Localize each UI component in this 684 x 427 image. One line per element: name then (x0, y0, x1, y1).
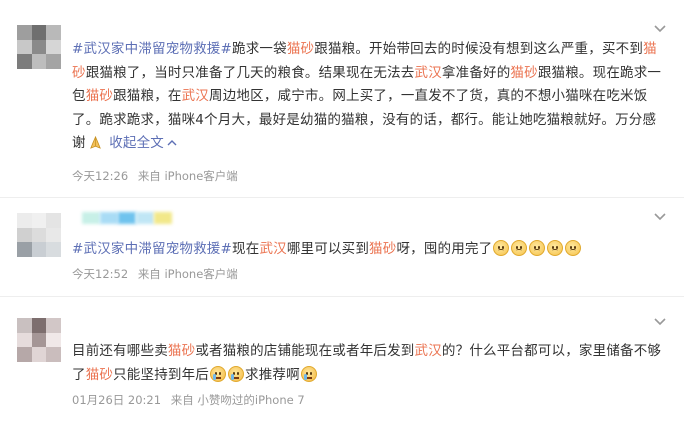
post-meta: 今天12:26 来自 iPhone客户端 (72, 168, 244, 184)
post-text: 跟猫粮了，当时只准备了几天的粮食。结果现在无法去 (85, 64, 415, 81)
keyword-highlight: 武汉 (181, 88, 210, 104)
post-text: 跪求一袋 (232, 41, 287, 57)
sad-emoji-icon (493, 240, 510, 256)
cry-emoji-icon (300, 365, 317, 382)
post-text: 现在 (232, 241, 260, 257)
cry-emoji-icon (228, 365, 245, 382)
post-text: 呀，囤的用完了 (396, 241, 493, 257)
pray-emoji-icon (89, 135, 101, 149)
keyword-highlight: 猫砂 (369, 241, 397, 257)
post-body: 目前还有哪些卖猫砂或者猫粮的店铺能现在或者年后发到武汉的？什么平台都可以，家里储… (72, 340, 662, 387)
keyword-highlight: 武汉 (414, 343, 442, 359)
topic-link[interactable]: 收起全文 (109, 135, 164, 151)
post-meta: 今天12:52 来自 iPhone客户端 (72, 266, 244, 282)
post-text: 求推荐啊 (245, 366, 300, 383)
post-meta: 01月26日 20:21 来自 小赞吻过的iPhone 7 (72, 392, 311, 408)
cry-emoji-icon (210, 365, 227, 382)
keyword-highlight: 猫砂 (85, 88, 114, 104)
keyword-highlight: 武汉 (414, 64, 442, 81)
keyword-highlight: 猫砂 (167, 343, 196, 359)
sad-emoji-icon (565, 240, 582, 256)
topic-link[interactable]: #武汉家中滞留宠物救援# (72, 41, 232, 57)
post-time[interactable]: 01月26日 20:21 (72, 393, 161, 407)
post-source[interactable]: 来自 小赞吻过的iPhone 7 (171, 393, 305, 407)
chevron-up-icon[interactable] (167, 139, 177, 146)
avatar[interactable] (17, 213, 61, 257)
post-body: #武汉家中滞留宠物救援#现在武汉哪里可以买到猫砂呀，囤的用完了 (72, 238, 662, 262)
post-body: #武汉家中滞留宠物救援#跪求一袋猫砂跟猫粮。开始带回去的时候没有想到这么严重，买… (72, 38, 662, 156)
post-text: 拿准备好的 (441, 64, 511, 81)
chevron-down-icon[interactable] (654, 25, 666, 33)
keyword-highlight: 猫砂 (510, 64, 538, 81)
sad-emoji-icon (547, 240, 564, 256)
keyword-highlight: 猫砂 (286, 41, 315, 57)
post-source[interactable]: 来自 iPhone客户端 (138, 267, 238, 281)
blurred-username[interactable] (82, 212, 172, 224)
post-text: 跟猫粮。开始带回去的时候没有想到这么严重，买不到 (314, 41, 644, 57)
post-text: 或者猫粮的店铺能现在或者年后发到 (195, 343, 415, 359)
sad-emoji-icon (529, 240, 546, 256)
chevron-down-icon[interactable] (654, 213, 666, 221)
post-text: 哪里可以买到 (286, 241, 370, 257)
topic-link[interactable]: #武汉家中滞留宠物救援# (72, 241, 232, 257)
post-text: 跟猫粮，在 (113, 88, 182, 104)
divider (0, 296, 684, 297)
sad-emoji-icon (511, 240, 528, 256)
post-text: 目前还有哪些卖 (72, 343, 168, 359)
avatar[interactable] (17, 25, 61, 69)
divider (0, 197, 684, 198)
keyword-highlight: 猫砂 (85, 366, 114, 383)
avatar[interactable] (17, 318, 61, 362)
post-text: 只能坚持到年后 (113, 366, 210, 383)
post-source[interactable]: 来自 iPhone客户端 (138, 169, 238, 183)
post-time[interactable]: 今天12:52 (72, 267, 128, 281)
chevron-down-icon[interactable] (654, 318, 666, 326)
keyword-highlight: 武汉 (259, 241, 287, 257)
post-time[interactable]: 今天12:26 (72, 169, 128, 183)
